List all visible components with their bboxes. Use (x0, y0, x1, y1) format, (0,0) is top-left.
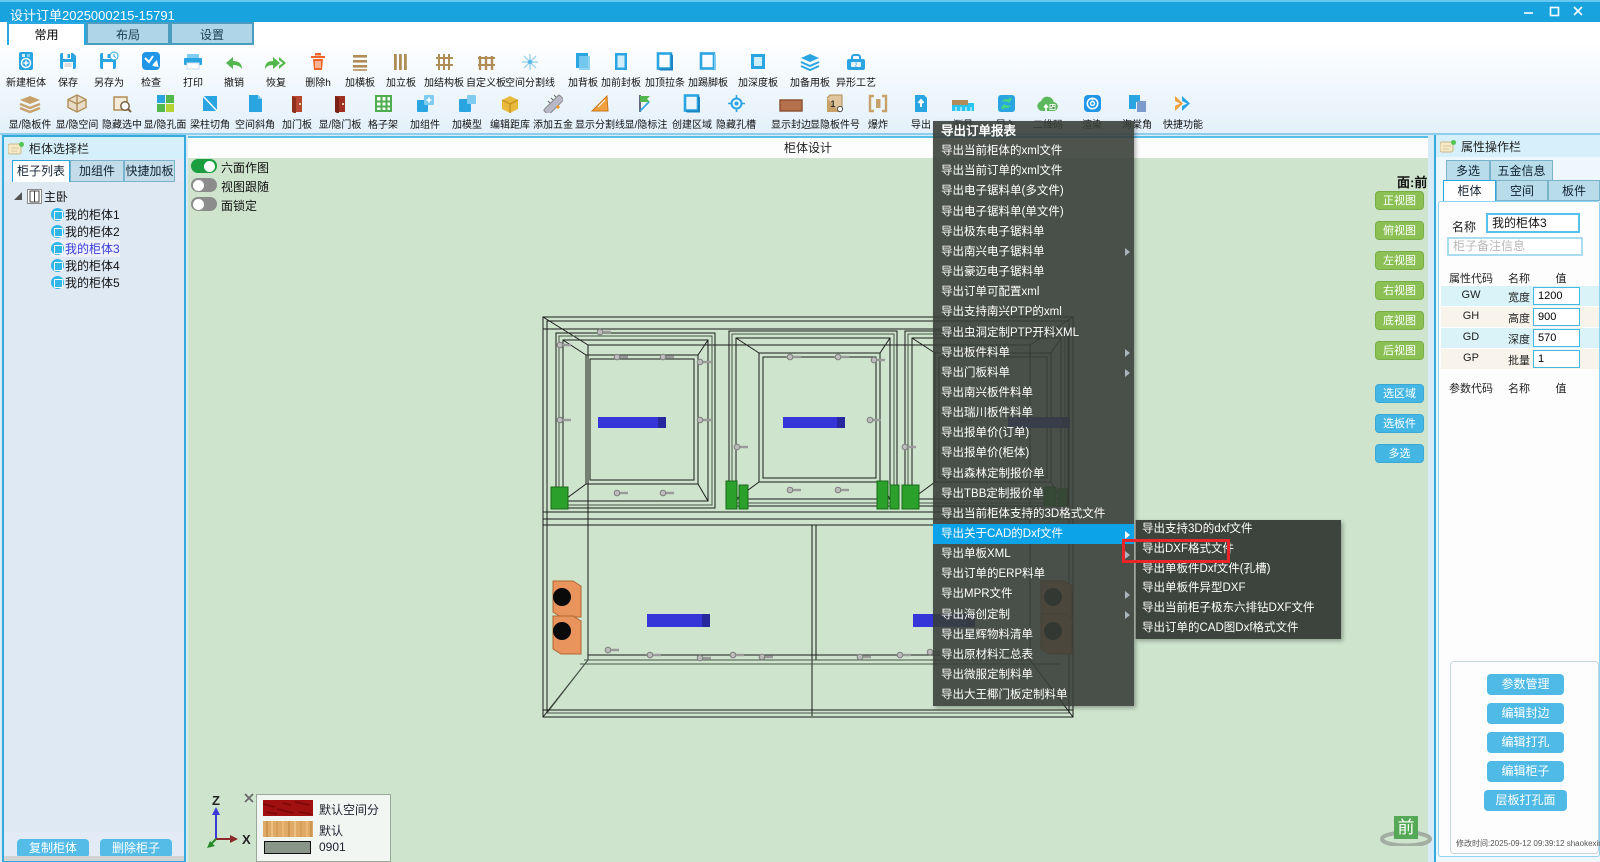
svg-text:2: 2 (855, 62, 858, 68)
svg-text:Z: Z (212, 793, 220, 808)
svg-text:X: X (242, 832, 251, 847)
svg-text:1: 1 (830, 99, 835, 109)
